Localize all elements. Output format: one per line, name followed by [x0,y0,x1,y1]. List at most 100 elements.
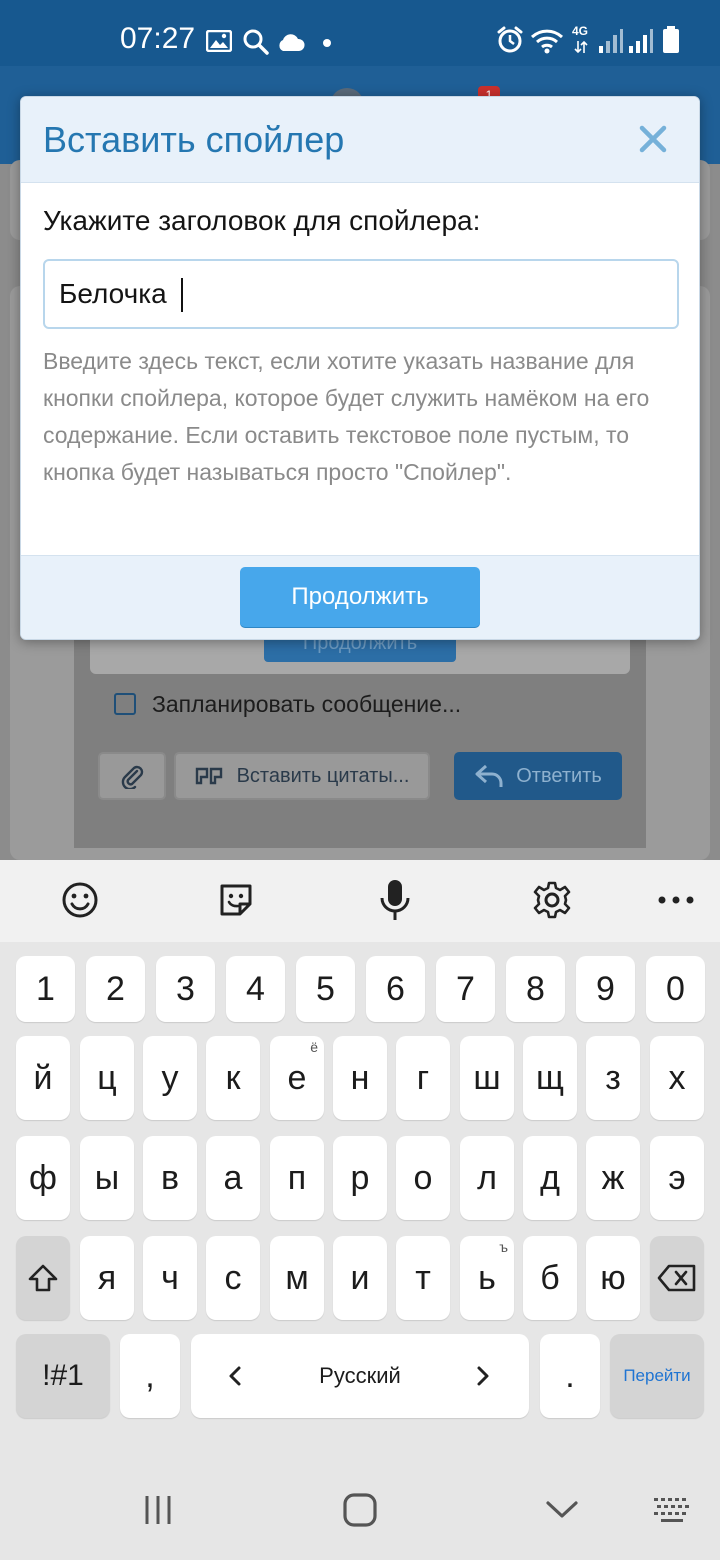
home-icon [343,1493,377,1527]
key-letter[interactable]: ш [460,1036,514,1120]
microphone-icon [380,880,410,920]
key-letter[interactable]: ц [80,1036,134,1120]
key-1[interactable]: 1 [16,956,75,1022]
navigation-bar [0,1460,720,1560]
more-options-button[interactable] [654,878,698,922]
key-5[interactable]: 5 [296,956,355,1022]
key-letter[interactable]: э [650,1136,704,1220]
schedule-message-row: Запланировать сообщение... [114,686,461,722]
home-button[interactable] [330,1482,390,1538]
key-alt-char: ё [310,1039,318,1055]
text-caret [181,278,183,312]
key-7[interactable]: 7 [436,956,495,1022]
key-letter[interactable]: ю [586,1236,640,1320]
key-8[interactable]: 8 [506,956,565,1022]
key-main-char: ь [478,1258,496,1297]
cloud-icon [279,34,305,51]
key-letter[interactable]: й [16,1036,70,1120]
key-letter[interactable]: б [523,1236,577,1320]
key-4[interactable]: 4 [226,956,285,1022]
wifi-icon [530,29,564,54]
key-letter[interactable]: ф [16,1136,70,1220]
key-letter[interactable]: н [333,1036,387,1120]
emoji-icon [62,882,98,918]
signal-icon [599,29,623,53]
keyboard-toolbar [0,860,720,942]
dialog-header: Вставить спойлер [21,97,699,183]
sticker-button[interactable] [214,878,258,922]
key-letter[interactable]: л [460,1136,514,1220]
status-time: 07:27 [120,22,196,55]
voice-input-button[interactable] [373,878,417,922]
key-letter[interactable]: д [523,1136,577,1220]
key-letter[interactable]: в [143,1136,197,1220]
quote-icon [195,767,222,785]
key-letter[interactable]: ч [143,1236,197,1320]
dialog-footer: Продолжить [21,555,699,639]
key-letter[interactable]: а [206,1136,260,1220]
key-letter-e[interactable]: е ё [270,1036,324,1120]
reply-button: Ответить [454,752,622,800]
chevron-right-icon [477,1366,489,1386]
key-letter[interactable]: щ [523,1036,577,1120]
spoiler-title-input[interactable] [43,259,679,329]
reply-icon [475,764,503,787]
key-letter[interactable]: ы [80,1136,134,1220]
spoiler-title-label: Укажите заголовок для спойлера: [43,205,481,236]
shift-icon [28,1264,58,1292]
key-letter[interactable]: ж [586,1136,640,1220]
key-letter[interactable]: п [270,1136,324,1220]
key-2[interactable]: 2 [86,956,145,1022]
go-key[interactable]: Перейти [610,1334,704,1418]
key-letter[interactable]: и [333,1236,387,1320]
key-letter[interactable]: о [396,1136,450,1220]
period-key[interactable]: . [540,1334,600,1418]
symbols-key[interactable]: !#1 [16,1334,110,1418]
battery-icon [663,26,679,53]
chevron-left-icon [229,1366,241,1386]
key-letter[interactable]: х [650,1036,704,1120]
insert-quotes-label: Вставить цитаты... [236,764,410,787]
schedule-checkbox [114,693,136,715]
key-letter[interactable]: у [143,1036,197,1120]
keyboard-hide-button[interactable] [642,1482,702,1538]
key-9[interactable]: 9 [576,956,635,1022]
reply-label: Ответить [516,764,602,787]
spacebar-key[interactable]: Русский [191,1334,529,1418]
shift-key[interactable] [16,1236,70,1320]
more-icon [658,896,694,904]
key-letter-soft-sign[interactable]: ь ъ [460,1236,514,1320]
gallery-icon [206,30,232,52]
insert-quotes-button: Вставить цитаты... [174,752,430,800]
attach-button [98,752,166,800]
keyboard-grid-icon [654,1498,689,1522]
key-3[interactable]: 3 [156,956,215,1022]
key-letter[interactable]: я [80,1236,134,1320]
backspace-icon [657,1264,696,1292]
back-button[interactable] [532,1482,592,1538]
backspace-key[interactable] [650,1236,704,1320]
key-letter[interactable]: г [396,1036,450,1120]
emoji-button[interactable] [58,878,102,922]
signal-icon [629,29,653,53]
spoiler-title-hint: Введите здесь текст, если хотите указать… [43,348,650,485]
search-icon [243,29,269,55]
close-icon[interactable] [633,119,673,159]
dialog-title: Вставить спойлер [43,119,345,160]
recent-apps-button[interactable] [128,1482,188,1538]
spacebar-label: Русский [319,1363,401,1388]
keyboard-settings-button[interactable] [530,878,574,922]
key-letter[interactable]: к [206,1036,260,1120]
key-letter[interactable]: т [396,1236,450,1320]
key-0[interactable]: 0 [646,956,705,1022]
key-letter[interactable]: м [270,1236,324,1320]
continue-button[interactable]: Продолжить [240,567,480,627]
key-6[interactable]: 6 [366,956,425,1022]
data-arrows-icon [574,40,588,54]
status-bar: 07:27 4G [0,0,720,66]
key-letter[interactable]: с [206,1236,260,1320]
alarm-icon [497,26,523,53]
key-letter[interactable]: з [586,1036,640,1120]
comma-key[interactable]: , [120,1334,180,1418]
key-letter[interactable]: р [333,1136,387,1220]
